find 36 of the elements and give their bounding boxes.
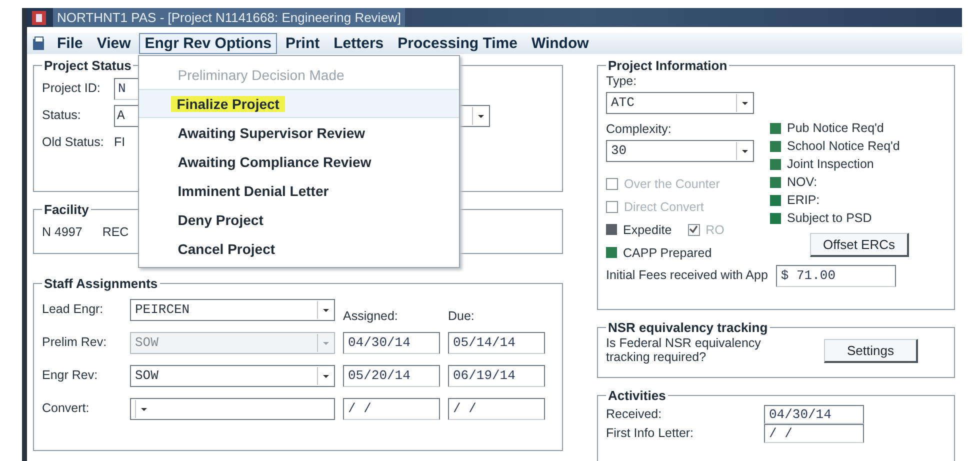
checkbox-label: RO [706,222,724,236]
indicator-label: Joint Inspection [787,157,874,171]
indicator-label: NOV: [787,175,818,189]
field-label: Old Status: [42,136,105,150]
field-label: Complexity: [606,122,672,136]
field-label: First Info Letter: [606,426,695,440]
group-title: Staff Assignments [43,276,159,291]
indicator-label: Pub Notice Req'd [787,121,884,135]
field-label: Lead Engr: [42,302,104,316]
indicator-label: School Notice Req'd [787,139,900,153]
column-header: Due: [448,310,474,324]
field-label: Received: [606,408,663,422]
checkbox-label: Direct Convert [624,200,704,214]
indicator-label: Subject to PSD [787,211,872,225]
column-header: Assigned: [343,310,399,324]
field-label: Type: [606,75,638,89]
question-text: Is Federal NSR equivalency tracking required? [606,337,762,364]
group-title: NSR equivalency tracking [607,320,769,335]
field-label: Engr Rev: [42,368,99,382]
group-title: Facility [43,202,90,217]
window-title: NORTHNT1 PAS - [Project N1141668: Engineering Review] [53,8,405,27]
field-label: Initial Fees received with App [606,269,768,283]
group-title: Project Status [43,58,132,73]
indicator-label: Expedite [623,222,672,236]
indicator-label: ERIP: [787,193,820,207]
group-title: Activities [607,388,667,403]
old-status-value: FI [114,136,126,150]
field-label: Project ID: [42,82,102,96]
checkbox-label: Over the Counter [624,176,720,190]
facility-id: N 4997 [42,226,82,240]
field-label: Status: [42,108,82,122]
field-label: Convert: [42,402,90,416]
group-title: Project Information [607,58,728,73]
field-label: Prelim Rev: [42,336,108,350]
indicator-label: CAPP Prepared [623,246,712,260]
facility-name: REC [102,226,129,240]
